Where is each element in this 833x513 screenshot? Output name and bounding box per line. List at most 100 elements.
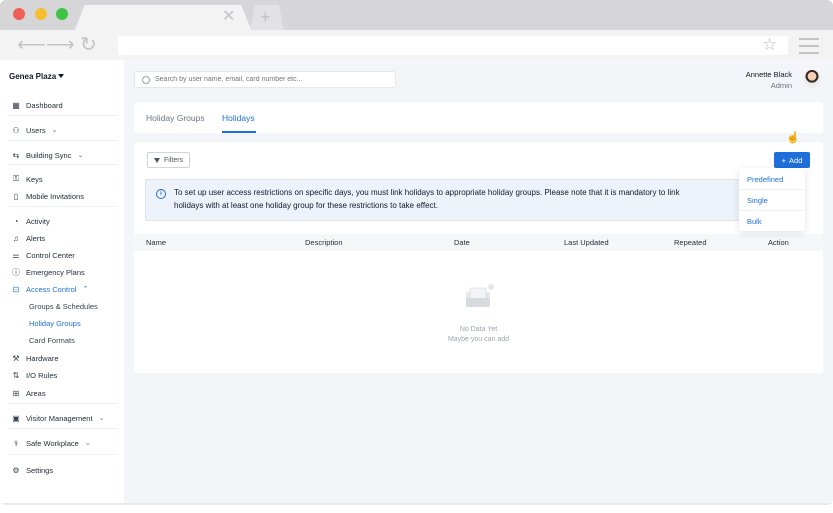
back-arrow-icon[interactable]: ⟵ (17, 35, 46, 55)
sidebar-item-emergency-plans[interactable]: ⓘ Emergency Plans (0, 265, 124, 279)
avatar[interactable] (804, 70, 820, 88)
sidebar: Genea Plaza ▦ Dashboard ⚇ Users ⌄ ⇆ Buil… (0, 60, 124, 503)
sidebar-item-keys[interactable]: ⚿ Keys (0, 172, 124, 186)
reload-icon[interactable]: ↻ (80, 35, 97, 55)
sidebar-item-alerts[interactable]: ♫ Alerts (0, 231, 124, 245)
browser-window: ✕ + ⟵ ⟶ ↻ ☆ Genea Plaza ▦ Dashboard ⚇ Us… (0, 0, 833, 505)
info-icon: i (156, 189, 166, 199)
caret-down-icon[interactable] (58, 74, 64, 78)
areas-icon: ⊞ (12, 388, 20, 398)
sidebar-subitem-groups-schedules[interactable]: Groups & Schedules (29, 302, 98, 311)
plus-icon: + (781, 155, 787, 165)
empty-inbox-icon (466, 284, 494, 307)
activity-icon: ◔ (13, 216, 19, 226)
maximize-window-button[interactable] (56, 8, 68, 20)
plus-icon: + (260, 7, 271, 27)
info-text-line: To set up user access restrictions on sp… (174, 188, 680, 197)
info-banner: i To set up user access restrictions on … (145, 179, 743, 221)
divider (739, 189, 805, 190)
tab-holiday-groups[interactable]: Holiday Groups (146, 113, 205, 123)
sidebar-subitem-holiday-groups[interactable]: Holiday Groups (29, 319, 81, 328)
sidebar-item-control-center[interactable]: ⚌ Control Center (0, 248, 124, 262)
sidebar-item-activity[interactable]: ◔ Activity (0, 214, 124, 228)
chevron-down-icon: ⌄ (98, 415, 105, 422)
sidebar-item-visitor-management[interactable]: ▣ Visitor Management ⌄ (0, 411, 124, 425)
sidebar-item-label: Alerts (26, 233, 46, 243)
app-root: Genea Plaza ▦ Dashboard ⚇ Users ⌄ ⇆ Buil… (0, 60, 833, 503)
gear-icon: ⚙ (12, 465, 20, 475)
sidebar-item-dashboard[interactable]: ▦ Dashboard (0, 98, 124, 112)
divider (8, 140, 118, 141)
sidebar-item-access-control[interactable]: ⊡ Access Control ⌃ (0, 282, 124, 296)
sidebar-item-safe-workplace[interactable]: ⚕ Safe Workplace ⌄ (0, 436, 124, 450)
hammer-icon: ⚒ (12, 353, 20, 363)
close-window-button[interactable] (13, 8, 25, 20)
menu-item-single[interactable]: Single (747, 196, 768, 205)
column-header-repeated[interactable]: Repeated (674, 238, 707, 247)
tab-holidays[interactable]: Holidays (222, 113, 255, 123)
safe-workplace-icon: ⚕ (13, 438, 19, 448)
sidebar-item-label: Emergency Plans (26, 267, 85, 277)
search-icon (142, 75, 150, 84)
key-icon: ⚿ (12, 174, 20, 183)
building-sync-icon: ⇆ (12, 150, 20, 160)
column-header-last-updated[interactable]: Last Updated (564, 238, 609, 247)
mobile-icon: ▯ (13, 191, 19, 201)
sidebar-item-hardware[interactable]: ⚒ Hardware (0, 351, 124, 365)
filters-button[interactable]: Filters (147, 152, 191, 168)
search-input[interactable] (155, 76, 385, 83)
divider (8, 454, 118, 455)
search-bar[interactable] (134, 71, 396, 88)
sidebar-item-label: Control Center (26, 250, 75, 260)
sidebar-item-io-rules[interactable]: ⇅ I/O Rules (0, 368, 124, 382)
sidebar-subitem-card-formats[interactable]: Card Formats (29, 336, 75, 345)
sidebar-item-label: Mobile Invitations (26, 191, 84, 201)
menu-item-bulk[interactable]: Bulk (747, 217, 762, 226)
sidebar-item-label: Dashboard (26, 100, 63, 110)
tabs-bar: Holiday Groups Holidays (134, 102, 823, 133)
menu-item-predefined[interactable]: Predefined (747, 175, 783, 184)
chevron-down-icon: ⌄ (77, 152, 84, 159)
sidebar-item-label: Visitor Management (26, 413, 93, 423)
column-header-description[interactable]: Description (305, 238, 343, 247)
bookmark-star-icon[interactable]: ☆ (762, 36, 777, 53)
browser-menu-icon[interactable] (799, 38, 819, 59)
browser-tabbar: ✕ + (0, 0, 833, 32)
divider (8, 428, 118, 429)
holidays-panel: Filters + Add i To set up user access re… (134, 142, 823, 373)
user-name[interactable]: Annette Black (746, 70, 792, 79)
sidebar-item-label: Areas (26, 388, 46, 398)
io-rules-icon: ⇅ (12, 370, 20, 380)
column-header-date[interactable]: Date (454, 238, 470, 247)
divider (739, 210, 805, 211)
close-tab-icon[interactable]: ✕ (222, 9, 235, 25)
sidebar-item-building-sync[interactable]: ⇆ Building Sync ⌄ (0, 148, 124, 162)
visitor-icon: ▣ (12, 413, 20, 423)
sidebar-item-label: Hardware (26, 353, 59, 363)
divider (8, 206, 118, 207)
empty-state-subtitle: Maybe you can add (447, 336, 510, 343)
chevron-up-icon: ⌃ (82, 286, 89, 293)
dashboard-icon: ▦ (12, 100, 20, 110)
chevron-down-icon: ⌄ (84, 440, 91, 447)
sidebar-item-label: Safe Workplace (26, 438, 79, 448)
alert-circle-icon: ⓘ (12, 267, 20, 277)
sidebar-item-areas[interactable]: ⊞ Areas (0, 386, 124, 400)
chevron-down-icon: ⌄ (51, 127, 58, 134)
address-bar[interactable] (118, 36, 788, 55)
sidebar-item-label: Building Sync (26, 150, 72, 160)
org-switcher[interactable]: Genea Plaza (9, 72, 56, 81)
divider (8, 115, 118, 116)
sidebar-item-label: Activity (26, 216, 50, 226)
sidebar-item-settings[interactable]: ⚙ Settings (0, 463, 124, 477)
table-header: Name Description Date Last Updated Repea… (134, 234, 823, 251)
sidebar-item-label: I/O Rules (26, 370, 58, 380)
add-button[interactable]: + Add (774, 152, 810, 168)
forward-arrow-icon[interactable]: ⟶ (46, 35, 75, 55)
sidebar-item-mobile-invitations[interactable]: ▯ Mobile Invitations (0, 189, 124, 203)
sidebar-item-users[interactable]: ⚇ Users ⌄ (0, 123, 124, 137)
column-header-name[interactable]: Name (146, 238, 166, 247)
add-menu: Predefined Single Bulk (739, 168, 805, 231)
add-label: Add (789, 155, 803, 165)
minimize-window-button[interactable] (35, 8, 47, 20)
